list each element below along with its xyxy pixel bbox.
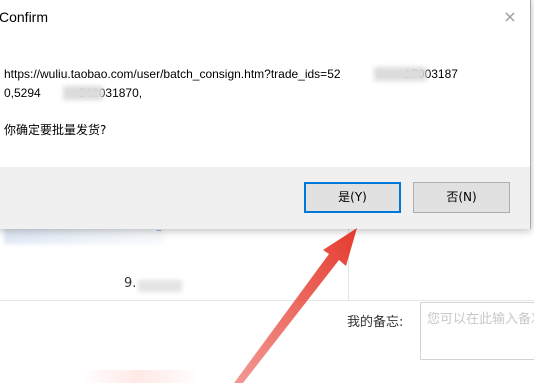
arrow-shape [234,228,357,383]
annotation-arrow [234,228,357,383]
